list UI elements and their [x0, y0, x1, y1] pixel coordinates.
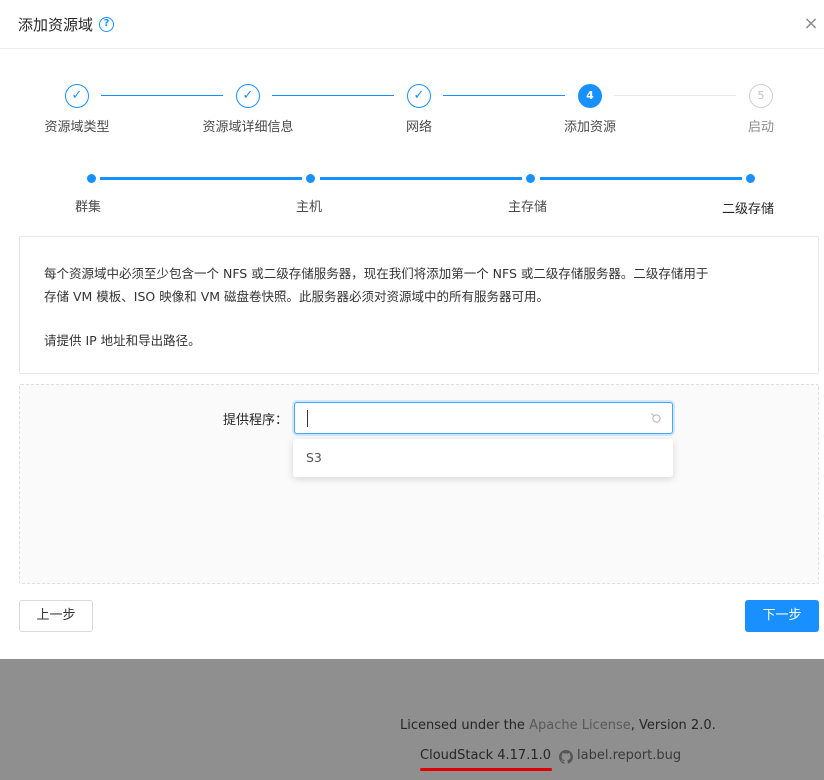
substep-host: 主机: [296, 200, 323, 215]
substep-dot[interactable]: [87, 174, 96, 183]
substep-primary-storage: 主存储: [508, 200, 548, 215]
step-launch: 5 启动: [691, 84, 824, 135]
substep-cluster: 群集: [75, 200, 102, 215]
question-circle-icon[interactable]: ?: [99, 16, 115, 32]
check-icon: ✓: [236, 84, 260, 108]
substep-dot[interactable]: [306, 174, 315, 183]
info-box: 每个资源域中必须至少包含一个 NFS 或二级存储服务器，现在我们将添加第一个 N…: [19, 236, 819, 374]
step-zone-type[interactable]: ✓ 资源域类型: [7, 84, 147, 135]
step-number: 5: [749, 84, 773, 108]
step-label: 资源域详细信息: [202, 120, 294, 135]
close-icon[interactable]: ×: [800, 13, 822, 35]
next-button[interactable]: 下一步: [745, 600, 819, 632]
license-suffix: , Version 2.0.: [630, 718, 716, 733]
version-text: CloudStack 4.17.1.0: [420, 748, 552, 763]
text-cursor: [307, 410, 308, 427]
step-add-resources[interactable]: 4 添加资源: [520, 84, 660, 135]
dropdown-option-s3[interactable]: S3: [306, 450, 322, 465]
license-text: Licensed under the Apache License, Versi…: [400, 718, 716, 733]
substep-connector: [100, 177, 302, 180]
substep-dot[interactable]: [526, 174, 535, 183]
github-icon[interactable]: [559, 750, 573, 764]
step-label: 资源域类型: [44, 120, 110, 135]
step-label: 网络: [405, 120, 432, 135]
report-bug-link[interactable]: label.report.bug: [577, 748, 681, 763]
info-text: 存储 VM 模板、ISO 映像和 VM 磁盘卷快照。此服务器必须对资源域中的所有…: [44, 289, 550, 304]
prev-button[interactable]: 上一步: [19, 600, 93, 632]
step-label: 添加资源: [563, 120, 616, 135]
provider-dropdown: S3: [293, 439, 673, 477]
info-text: 请提供 IP 地址和导出路径。: [44, 333, 201, 348]
info-text: 每个资源域中必须至少包含一个 NFS 或二级存储服务器，现在我们将添加第一个 N…: [44, 266, 709, 281]
substep-connector: [320, 177, 522, 180]
license-prefix: Licensed under the: [400, 718, 530, 733]
red-underline-annotation: [420, 768, 552, 771]
substep-secondary-storage: 二级存储: [722, 202, 775, 217]
step-label: 启动: [747, 120, 774, 135]
dialog-header: 添加资源域 ? ×: [0, 0, 824, 49]
substep-dot[interactable]: [746, 174, 755, 183]
step-number: 4: [578, 84, 602, 108]
resource-substeps: 群集 主机 主存储 二级存储: [0, 174, 824, 217]
substep-connector: [540, 177, 742, 180]
step-network[interactable]: ✓ 网络: [349, 84, 489, 135]
wizard-steps: ✓ 资源域类型 ✓ 资源域详细信息 ✓ 网络 4 添加资源 5 启动: [0, 84, 824, 144]
step-zone-details[interactable]: ✓ 资源域详细信息: [178, 84, 318, 135]
dialog-title: 添加资源域: [18, 15, 94, 34]
search-icon: [651, 413, 661, 423]
provider-select[interactable]: [294, 402, 673, 434]
check-icon: ✓: [65, 84, 89, 108]
check-icon: ✓: [407, 84, 431, 108]
add-zone-dialog: 添加资源域 ? × ✓ 资源域类型 ✓ 资源域详细信息 ✓ 网络 4 添加资源 …: [0, 0, 824, 659]
license-link[interactable]: Apache License: [529, 718, 631, 733]
provider-label: 提供程序：: [223, 413, 289, 428]
provider-form: 提供程序： S3: [19, 384, 819, 584]
